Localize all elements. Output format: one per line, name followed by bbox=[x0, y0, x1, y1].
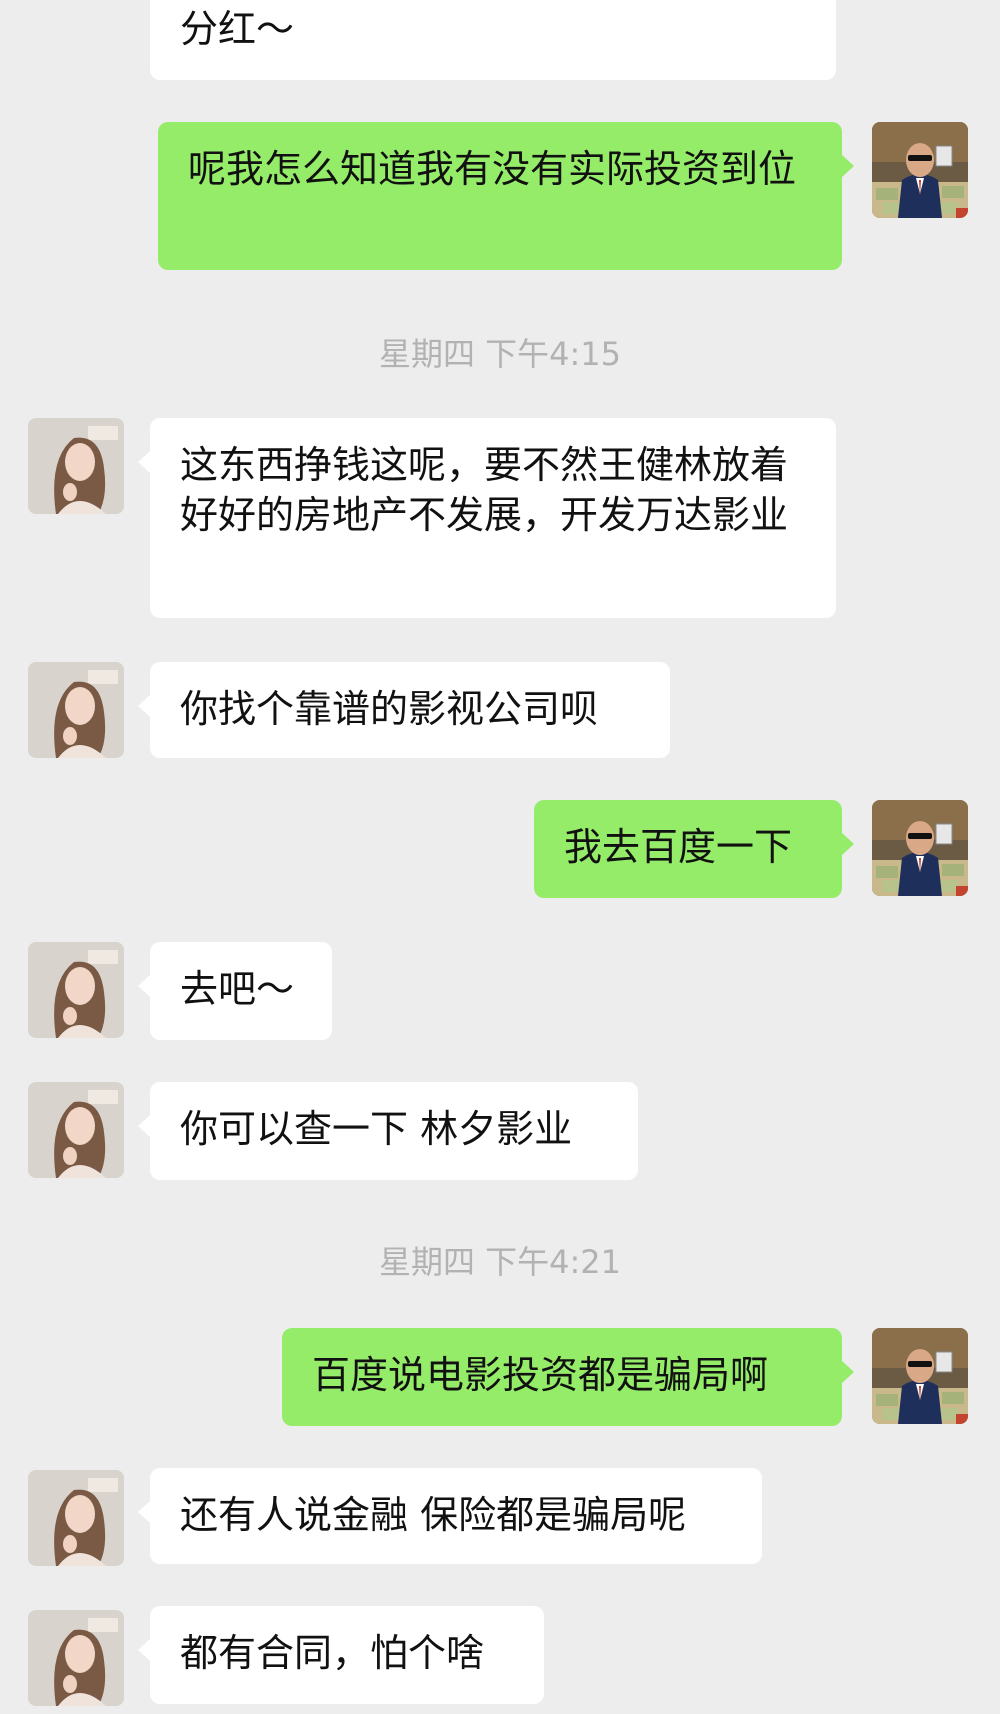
outgoing-message-bubble[interactable]: 我去百度一下 bbox=[534, 800, 854, 898]
incoming-message-bubble[interactable]: 你找个靠谱的影视公司呗 bbox=[138, 662, 670, 758]
message-text: 还有人说金融 保险都是骗局呢 bbox=[180, 1493, 687, 1537]
chat-area[interactable]: 分红～ 呢我怎么知道我有没有实际投资到位 星期四 下午4:15 这东西挣钱这呢，… bbox=[0, 0, 1000, 1714]
contact-avatar[interactable] bbox=[28, 1470, 124, 1566]
man-with-money-avatar-icon bbox=[872, 122, 968, 218]
message-text: 百度说电影投资都是骗局啊 bbox=[312, 1353, 769, 1397]
contact-avatar[interactable] bbox=[28, 418, 124, 514]
incoming-message-bubble[interactable]: 你可以查一下 林夕影业 bbox=[138, 1082, 638, 1180]
outgoing-message-bubble[interactable]: 百度说电影投资都是骗局啊 bbox=[282, 1328, 854, 1426]
woman-portrait-avatar-icon bbox=[28, 1610, 124, 1706]
message-text: 分红～ bbox=[180, 7, 295, 51]
woman-portrait-avatar-icon bbox=[28, 1082, 124, 1178]
contact-avatar[interactable] bbox=[28, 662, 124, 758]
contact-avatar[interactable] bbox=[28, 1082, 124, 1178]
message-text: 你找个靠谱的影视公司呗 bbox=[180, 687, 599, 731]
my-avatar[interactable] bbox=[872, 800, 968, 896]
message-timestamp: 星期四 下午4:15 bbox=[378, 335, 622, 373]
my-avatar[interactable] bbox=[872, 1328, 968, 1424]
man-with-money-avatar-icon bbox=[872, 1328, 968, 1424]
contact-avatar[interactable] bbox=[28, 1610, 124, 1706]
message-text: 都有合同，怕个啥 bbox=[180, 1631, 485, 1675]
message-text: 我去百度一下 bbox=[564, 825, 793, 869]
incoming-message-bubble[interactable]: 分红～ bbox=[150, 0, 836, 80]
message-text: 去吧～ bbox=[180, 967, 295, 1011]
man-with-money-avatar-icon bbox=[872, 800, 968, 896]
woman-portrait-avatar-icon bbox=[28, 1470, 124, 1566]
my-avatar[interactable] bbox=[872, 122, 968, 218]
contact-avatar[interactable] bbox=[28, 942, 124, 1038]
incoming-message-bubble[interactable]: 还有人说金融 保险都是骗局呢 bbox=[138, 1468, 762, 1564]
message-text: 呢我怎么知道我有没有实际投资到位 bbox=[188, 147, 797, 191]
incoming-message-bubble[interactable]: 都有合同，怕个啥 bbox=[138, 1606, 544, 1704]
woman-portrait-avatar-icon bbox=[28, 418, 124, 514]
message-text: 你可以查一下 林夕影业 bbox=[180, 1107, 573, 1151]
outgoing-message-bubble[interactable]: 呢我怎么知道我有没有实际投资到位 bbox=[158, 122, 854, 270]
incoming-message-bubble[interactable]: 去吧～ bbox=[138, 942, 332, 1040]
woman-portrait-avatar-icon bbox=[28, 662, 124, 758]
incoming-message-bubble[interactable]: 这东西挣钱这呢，要不然王健林放着好好的房地产不发展，开发万达影业 bbox=[138, 418, 836, 618]
message-timestamp: 星期四 下午4:21 bbox=[378, 1243, 622, 1281]
message-text: 这东西挣钱这呢，要不然王健林放着好好的房地产不发展，开发万达影业 bbox=[180, 443, 789, 537]
woman-portrait-avatar-icon bbox=[28, 942, 124, 1038]
